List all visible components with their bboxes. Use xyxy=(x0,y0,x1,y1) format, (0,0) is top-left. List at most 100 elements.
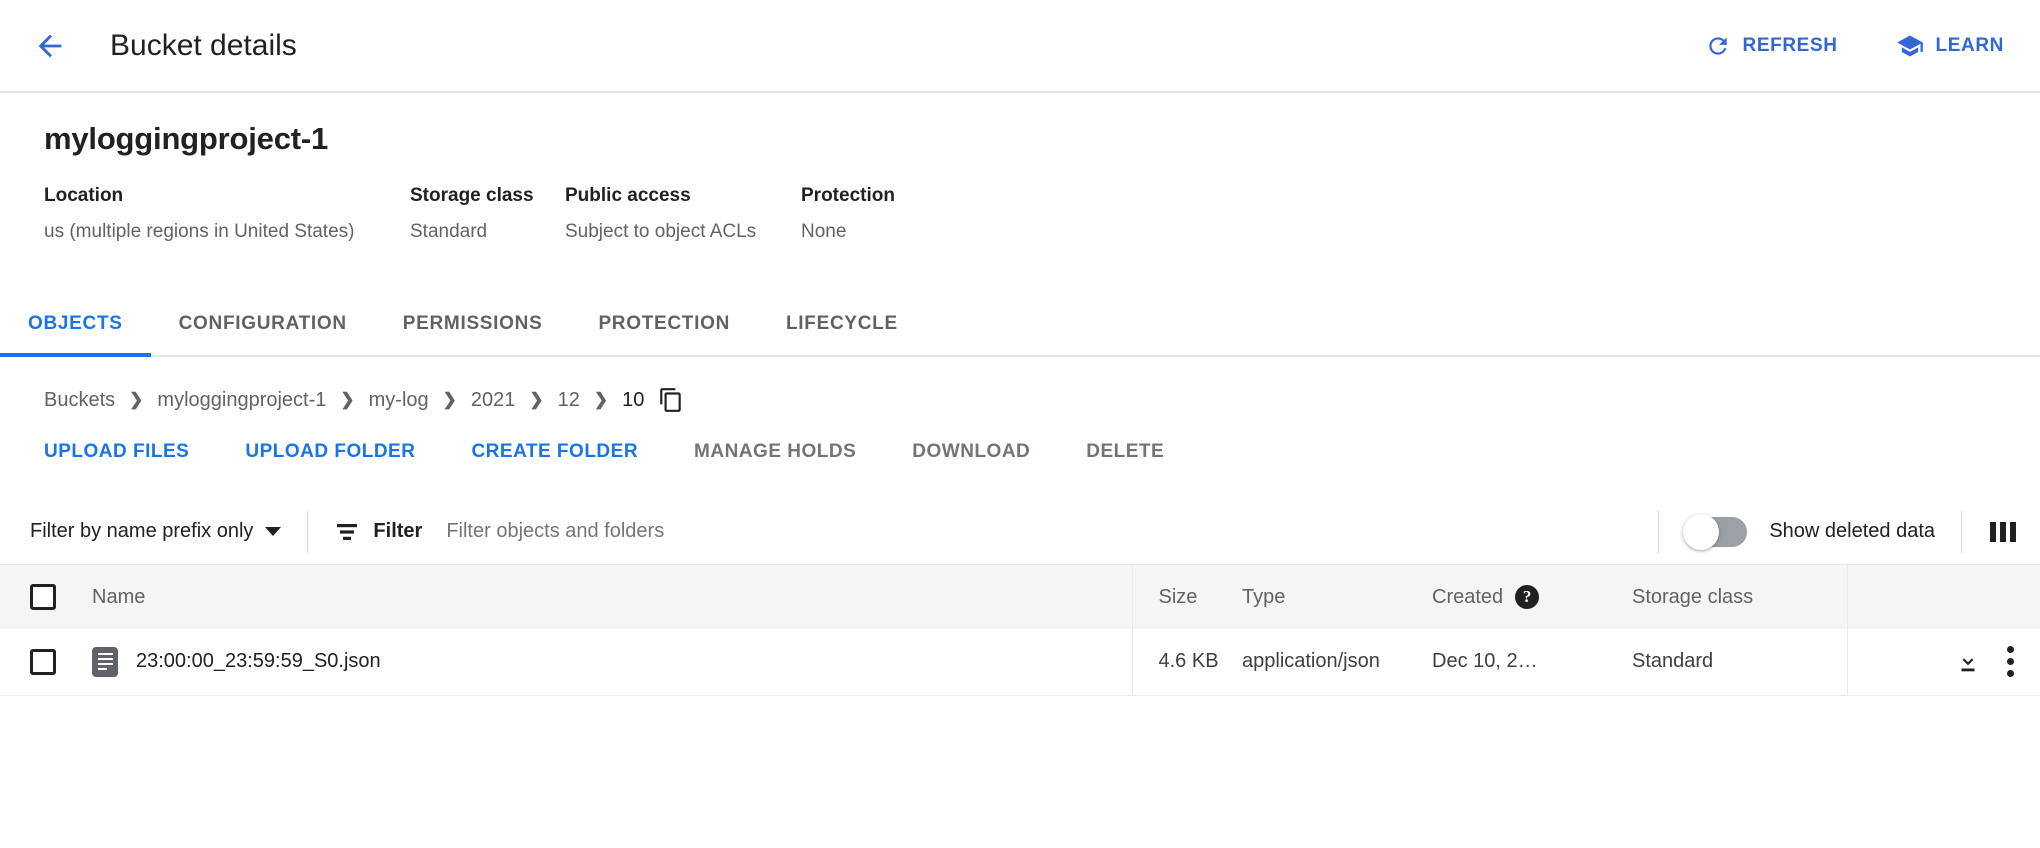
meta-public-access-label: Public access xyxy=(565,185,801,207)
filter-input[interactable] xyxy=(446,520,1632,543)
page-title: Bucket details xyxy=(110,29,297,63)
objects-table-head: Name Size Type Created ? Storage class xyxy=(0,565,2040,629)
column-header-actions xyxy=(1847,565,2040,629)
row-actions-cell xyxy=(1847,629,2040,695)
meta-public-access: Public access Subject to object ACLs xyxy=(565,185,801,243)
meta-location-value: us (multiple regions in United States) xyxy=(44,221,410,243)
tab-protection-label: PROTECTION xyxy=(570,313,758,335)
chevron-right-icon: ❯ xyxy=(443,390,457,410)
learn-button[interactable]: LEARN xyxy=(1896,32,2004,60)
row-checkbox[interactable] xyxy=(30,649,56,675)
filter-bar: Filter by name prefix only Filter Show d… xyxy=(0,499,2040,565)
column-header-type[interactable]: Type xyxy=(1242,565,1432,629)
copy-path-button[interactable] xyxy=(658,387,684,413)
filter-icon xyxy=(334,521,360,543)
filter-mode-label: Filter by name prefix only xyxy=(30,520,253,543)
upload-folder-button[interactable]: UPLOAD FOLDER xyxy=(245,441,415,463)
back-button[interactable] xyxy=(22,18,78,74)
graduation-cap-icon xyxy=(1896,32,1924,60)
refresh-label: REFRESH xyxy=(1743,35,1838,57)
select-all-checkbox[interactable] xyxy=(30,584,56,610)
chevron-right-icon: ❯ xyxy=(529,390,543,410)
meta-protection-value: None xyxy=(801,221,1001,243)
tab-configuration-label: CONFIGURATION xyxy=(151,313,375,335)
select-all-cell xyxy=(0,565,92,629)
refresh-button[interactable]: REFRESH xyxy=(1705,33,1838,59)
objects-table-body: 23:00:00_23:59:59_S0.json 4.6 KB applica… xyxy=(0,629,2040,695)
breadcrumb-item-buckets[interactable]: Buckets xyxy=(44,389,115,412)
breadcrumb-item-myloggingproject-1[interactable]: myloggingproject-1 xyxy=(157,389,326,412)
upload-files-button[interactable]: UPLOAD FILES xyxy=(44,441,189,463)
toggle-knob xyxy=(1683,514,1719,550)
breadcrumb-item-my-log[interactable]: my-log xyxy=(369,389,429,412)
tab-configuration[interactable]: CONFIGURATION xyxy=(151,293,375,355)
bucket-summary: myloggingproject-1 Location us (multiple… xyxy=(0,93,2040,243)
row-type: application/json xyxy=(1242,629,1432,695)
show-deleted-data-toggle[interactable] xyxy=(1685,517,1747,547)
meta-storage-class: Storage class Standard xyxy=(410,185,565,243)
filter-button[interactable]: Filter xyxy=(334,520,422,543)
column-header-size-label: Size xyxy=(1159,586,1198,609)
meta-protection-label: Protection xyxy=(801,185,1001,207)
chevron-down-icon xyxy=(265,527,281,536)
column-settings-button[interactable] xyxy=(1988,519,2018,545)
column-header-name[interactable]: Name xyxy=(92,565,1132,629)
meta-protection: Protection None xyxy=(801,185,1001,243)
kebab-dot xyxy=(2007,646,2014,653)
divider xyxy=(1658,511,1659,553)
column-header-storage-class[interactable]: Storage class xyxy=(1632,565,1847,629)
column-header-type-label: Type xyxy=(1242,586,1285,609)
delete-button: DELETE xyxy=(1086,441,1164,463)
bucket-name: myloggingproject-1 xyxy=(44,121,1996,157)
copy-icon xyxy=(658,387,684,413)
filter-bar-right: Show deleted data xyxy=(1632,511,2018,553)
breadcrumb-item-2021[interactable]: 2021 xyxy=(471,389,516,412)
row-overflow-menu-button[interactable] xyxy=(2007,644,2014,680)
breadcrumb-item-12[interactable]: 12 xyxy=(558,389,580,412)
learn-label: LEARN xyxy=(1936,35,2004,57)
bucket-details-page: Bucket details REFRESH LEARN myloggingpr… xyxy=(0,0,2040,848)
help-icon[interactable]: ? xyxy=(1515,585,1539,609)
meta-location-label: Location xyxy=(44,185,410,207)
columns-icon xyxy=(1988,519,2018,545)
tab-bar: OBJECTS CONFIGURATION PERMISSIONS PROTEC… xyxy=(0,293,2040,357)
chevron-right-icon: ❯ xyxy=(129,390,143,410)
breadcrumb: Buckets ❯ myloggingproject-1 ❯ my-log ❯ … xyxy=(0,357,2040,413)
tab-protection[interactable]: PROTECTION xyxy=(570,293,758,355)
download-row-button[interactable] xyxy=(1955,649,1981,675)
kebab-dot xyxy=(2007,670,2014,677)
tab-objects[interactable]: OBJECTS xyxy=(0,293,151,355)
column-header-storage-class-label: Storage class xyxy=(1632,586,1753,609)
breadcrumb-item-10: 10 xyxy=(622,389,644,412)
create-folder-button[interactable]: CREATE FOLDER xyxy=(471,441,638,463)
filter-button-label: Filter xyxy=(373,520,422,543)
row-size: 4.6 KB xyxy=(1132,629,1242,695)
object-actions-toolbar: UPLOAD FILES UPLOAD FOLDER CREATE FOLDER… xyxy=(0,413,2040,463)
tab-permissions-label: PERMISSIONS xyxy=(375,313,571,335)
column-header-created-label: Created xyxy=(1432,586,1503,609)
tab-lifecycle-label: LIFECYCLE xyxy=(758,313,926,335)
file-json-icon xyxy=(92,647,118,677)
app-bar: Bucket details REFRESH LEARN xyxy=(0,0,2040,93)
table-row[interactable]: 23:00:00_23:59:59_S0.json 4.6 KB applica… xyxy=(0,629,2040,695)
chevron-right-icon: ❯ xyxy=(594,390,608,410)
column-header-created[interactable]: Created ? xyxy=(1432,565,1632,629)
row-storage-class: Standard xyxy=(1632,629,1847,695)
kebab-dot xyxy=(2007,658,2014,665)
tab-objects-label: OBJECTS xyxy=(0,313,151,335)
row-name-cell: 23:00:00_23:59:59_S0.json xyxy=(92,629,1132,695)
row-name-link[interactable]: 23:00:00_23:59:59_S0.json xyxy=(136,650,381,673)
objects-table: Name Size Type Created ? Storage class xyxy=(0,565,2040,696)
filter-mode-dropdown[interactable]: Filter by name prefix only xyxy=(30,520,281,543)
meta-location: Location us (multiple regions in United … xyxy=(44,185,410,243)
chevron-right-icon: ❯ xyxy=(340,390,354,410)
arrow-back-icon xyxy=(33,29,67,63)
download-button: DOWNLOAD xyxy=(912,441,1030,463)
row-created: Dec 10, 2… xyxy=(1432,629,1632,695)
column-header-size[interactable]: Size xyxy=(1132,565,1242,629)
tab-permissions[interactable]: PERMISSIONS xyxy=(375,293,571,355)
tab-lifecycle[interactable]: LIFECYCLE xyxy=(758,293,926,355)
bucket-meta-row: Location us (multiple regions in United … xyxy=(44,185,1996,243)
row-select-cell xyxy=(0,629,92,695)
meta-storage-class-value: Standard xyxy=(410,221,565,243)
